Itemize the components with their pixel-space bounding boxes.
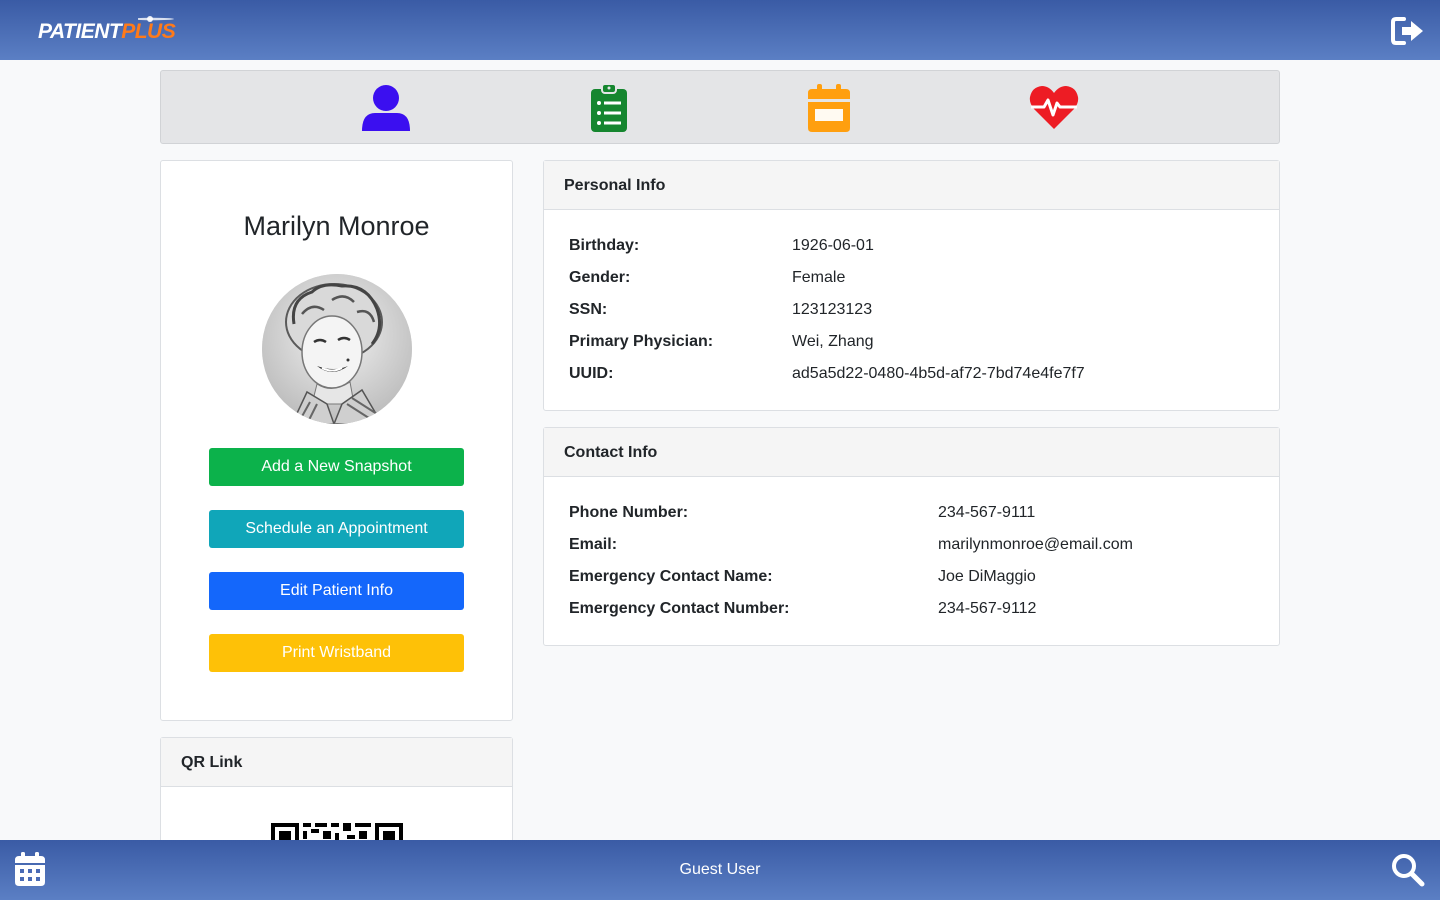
info-label: Gender: xyxy=(569,269,631,286)
info-value: Joe DiMaggio xyxy=(938,568,1036,585)
info-label: Email: xyxy=(569,536,618,553)
schedule-appointment-button[interactable]: Schedule an Appointment xyxy=(209,510,464,548)
patient-name: Marilyn Monroe xyxy=(243,211,430,241)
search-icon[interactable] xyxy=(1391,853,1425,887)
info-label: UUID: xyxy=(569,365,614,382)
info-label: Primary Physician: xyxy=(569,333,714,350)
info-value: Female xyxy=(792,269,846,286)
clipboard-list-icon[interactable] xyxy=(590,83,628,133)
print-wristband-button[interactable]: Print Wristband xyxy=(209,634,464,672)
patient-section-nav xyxy=(160,70,1280,144)
qr-link-title: QR Link xyxy=(161,738,512,787)
info-value: 1926-06-01 xyxy=(792,237,874,254)
info-label: SSN: xyxy=(569,301,608,318)
info-label: Birthday: xyxy=(569,237,640,254)
user-icon[interactable] xyxy=(361,83,411,133)
info-value: 123123123 xyxy=(792,301,873,318)
personal-info-card: Personal Info Birthday: 1926-06-01 Gende… xyxy=(543,160,1280,411)
info-label: Emergency Contact Number: xyxy=(569,600,790,617)
info-value: marilynmonroe@email.com xyxy=(938,536,1133,553)
calendar-icon[interactable] xyxy=(807,83,851,133)
info-value: 234-567-9112 xyxy=(938,600,1037,617)
current-user-label: Guest User xyxy=(679,861,761,878)
heartbeat-icon[interactable] xyxy=(1029,85,1079,131)
top-navbar: PATIENTPLUS xyxy=(0,0,1440,60)
sign-out-icon[interactable] xyxy=(1391,16,1425,46)
info-value: ad5a5d22-0480-4b5d-af72-7bd74e4fe7f7 xyxy=(792,365,1085,382)
info-value: Wei, Zhang xyxy=(792,333,874,350)
edit-patient-info-button[interactable]: Edit Patient Info xyxy=(209,572,464,610)
info-value: 234-567-9111 xyxy=(938,504,1036,521)
info-label: Emergency Contact Name: xyxy=(569,568,773,585)
bottom-navbar: Guest User xyxy=(0,840,1440,900)
patient-avatar xyxy=(262,274,412,424)
info-label: Phone Number: xyxy=(569,504,689,521)
contact-info-card: Contact Info Phone Number: 234-567-9111 … xyxy=(543,427,1280,646)
profile-card: Marilyn Monroe Add a New Snapshot Schedu… xyxy=(160,160,513,721)
logo-flare-icon xyxy=(138,16,174,22)
contact-info-title: Contact Info xyxy=(544,428,1279,477)
add-snapshot-button[interactable]: Add a New Snapshot xyxy=(209,448,464,486)
personal-info-title: Personal Info xyxy=(544,161,1279,210)
